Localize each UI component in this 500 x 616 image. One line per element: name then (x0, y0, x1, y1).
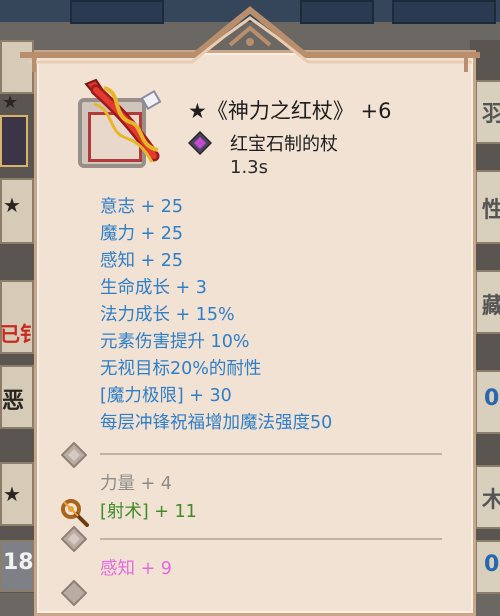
socket-stat: 感知 + 9 (100, 559, 172, 579)
section-divider (100, 538, 442, 540)
bg-text: 藏 (482, 294, 500, 319)
stat-line: 每层冲锋祝福增加魔法强度50 (100, 413, 333, 433)
bg-number: 18 (3, 550, 34, 575)
stat-line: 感知 + 25 (100, 251, 184, 271)
section-divider (100, 453, 442, 455)
item-material: 红宝石制的杖 (230, 134, 338, 155)
stat-line: 意志 + 25 (100, 197, 184, 217)
bg-text: 恶 (2, 389, 25, 414)
bow-icon (61, 499, 89, 527)
stat-line: [魔力极限] + 30 (100, 386, 232, 406)
gem-socket-icon (188, 131, 212, 155)
stat-line: 元素伤害提升 10% (100, 332, 250, 352)
bg-number: 0 (484, 552, 500, 577)
bg-text: 羽 (482, 102, 500, 127)
bg-side-icon (0, 115, 28, 167)
item-name: 《神力之红杖》 (206, 99, 354, 123)
stat-line: 法力成长 + 15% (100, 305, 235, 325)
stat-line: 无视目标20%的耐性 (100, 359, 262, 379)
stat-line: 生命成长 + 3 (100, 278, 207, 298)
socket-stat: 力量 + 4 (100, 474, 172, 494)
item-title: ★《神力之红杖》 +6 (188, 95, 391, 125)
red-staff-icon (84, 78, 162, 163)
bg-number: 0 (484, 386, 500, 411)
item-level: +6 (360, 99, 392, 123)
attack-speed: 1.3s (230, 157, 269, 178)
bg-star: ★ (2, 92, 19, 113)
panel-crest-ornament (20, 6, 480, 72)
empty-socket-icon (61, 442, 87, 468)
bg-text: 性 (482, 198, 500, 223)
socket-stat: [射术] + 11 (100, 502, 197, 522)
stat-line: 魔力 + 25 (100, 224, 184, 244)
empty-socket-icon (61, 526, 87, 552)
bg-star: ★ (3, 482, 21, 506)
bg-text: 木 (482, 488, 500, 513)
empty-socket-icon (61, 580, 87, 606)
stats-list: 意志 + 25 魔力 + 25 感知 + 25 生命成长 + 3 法力成长 + … (100, 194, 332, 437)
bg-star: ★ (3, 193, 21, 217)
item-star-icon: ★ (188, 99, 207, 123)
